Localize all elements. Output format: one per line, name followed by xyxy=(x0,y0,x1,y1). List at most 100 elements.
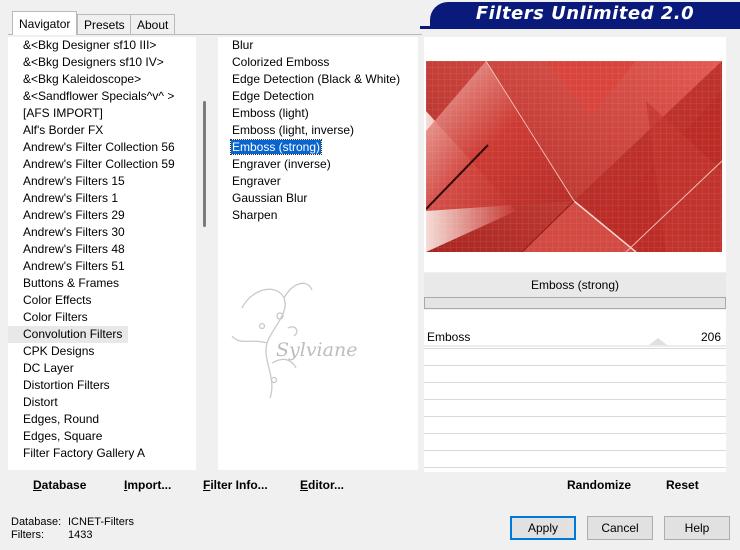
category-item[interactable]: Andrew's Filters 30 xyxy=(8,224,196,241)
category-item[interactable]: &<Sandflower Specials^v^ > xyxy=(8,88,196,105)
category-item[interactable]: &<Bkg Designer sf10 III> xyxy=(8,37,196,54)
category-item[interactable]: Distortion Filters xyxy=(8,377,196,394)
category-item[interactable]: Distort xyxy=(8,394,196,411)
filter-item[interactable]: Gaussian Blur xyxy=(218,190,418,207)
category-item[interactable]: Color Filters xyxy=(8,309,196,326)
status-filters-value: 1433 xyxy=(68,529,93,541)
filter-item-label: Engraver (inverse) xyxy=(232,157,331,171)
status-database-label: Database: xyxy=(11,516,62,528)
randomize-button[interactable]: Randomize xyxy=(567,478,631,492)
category-item[interactable]: Andrew's Filters 1 xyxy=(8,190,196,207)
param-row-divider xyxy=(424,348,726,349)
preview-render xyxy=(426,61,722,252)
apply-button[interactable]: Apply xyxy=(510,516,576,540)
param-row-divider xyxy=(424,433,726,434)
category-scrollbar[interactable] xyxy=(196,37,214,470)
filter-name-display: Emboss (strong) xyxy=(424,273,726,297)
status-filters: Filters: 1433 xyxy=(11,529,92,541)
category-item-label: Distort xyxy=(23,395,58,409)
filter-item[interactable]: Engraver xyxy=(218,173,418,190)
editor-button[interactable]: Editor... xyxy=(300,478,344,492)
filter-item[interactable]: Blur xyxy=(218,37,418,54)
filter-item[interactable]: Engraver (inverse) xyxy=(218,156,418,173)
category-item[interactable]: &<Bkg Kaleidoscope> xyxy=(8,71,196,88)
category-item-label: Buttons & Frames xyxy=(23,276,120,290)
category-item[interactable]: &<Bkg Designers sf10 IV> xyxy=(8,54,196,71)
category-item-label: Andrew's Filters 48 xyxy=(23,242,125,256)
param-row-divider xyxy=(424,382,726,383)
filter-item[interactable]: Edge Detection (Black & White) xyxy=(218,71,418,88)
database-button[interactable]: Database xyxy=(33,478,86,492)
category-item[interactable]: Color Effects xyxy=(8,292,196,309)
tab-presets[interactable]: Presets xyxy=(77,14,132,34)
category-item-label: Andrew's Filter Collection 56 xyxy=(23,140,175,154)
tab-navigator[interactable]: Navigator xyxy=(12,11,78,35)
filter-item-label: Colorized Emboss xyxy=(232,55,330,69)
category-item[interactable]: Buttons & Frames xyxy=(8,275,196,292)
category-scrollbar-thumb[interactable] xyxy=(203,101,206,227)
filter-item[interactable]: Sharpen xyxy=(218,207,418,224)
help-button[interactable]: Help xyxy=(664,516,730,540)
filter-item[interactable]: Emboss (strong) xyxy=(218,139,418,156)
param-slider-thumb[interactable] xyxy=(649,338,667,345)
category-item-label: Andrew's Filter Collection 59 xyxy=(23,157,175,171)
category-item-label: [AFS IMPORT] xyxy=(23,106,103,120)
filter-item-label: Gaussian Blur xyxy=(232,191,308,205)
category-item-label: &<Sandflower Specials^v^ > xyxy=(23,89,175,103)
tab-about[interactable]: About xyxy=(130,14,176,34)
import-button[interactable]: Import... xyxy=(124,478,171,492)
category-item-label: Andrew's Filters 30 xyxy=(23,225,125,239)
filter-item-label: Engraver xyxy=(232,174,281,188)
cancel-button[interactable]: Cancel xyxy=(587,516,653,540)
filter-item[interactable]: Edge Detection xyxy=(218,88,418,105)
category-item-label: Convolution Filters xyxy=(8,326,129,343)
param-row-divider xyxy=(424,399,726,400)
filter-item-label: Emboss (light, inverse) xyxy=(232,123,355,137)
category-item[interactable]: Alf's Border FX xyxy=(8,122,196,139)
category-item-label: DC Layer xyxy=(23,361,74,375)
status-database-value: ICNET-Filters xyxy=(68,516,134,528)
category-item-label: Edges, Round xyxy=(23,412,100,426)
param-value-emboss: 206 xyxy=(700,330,721,344)
category-item[interactable]: Andrew's Filters 15 xyxy=(8,173,196,190)
filter-item-label: Edge Detection (Black & White) xyxy=(232,72,401,86)
category-item[interactable]: Andrew's Filter Collection 56 xyxy=(8,139,196,156)
filter-item-label: Sharpen xyxy=(232,208,278,222)
category-item[interactable]: Convolution Filters xyxy=(8,326,196,343)
param-row-divider xyxy=(424,450,726,451)
category-item-label: &<Bkg Designer sf10 III> xyxy=(23,38,157,52)
category-item-label: Andrew's Filters 29 xyxy=(23,208,125,222)
title-banner-underline xyxy=(420,26,740,29)
filter-name-field xyxy=(424,297,726,309)
filter-item[interactable]: Emboss (light) xyxy=(218,105,418,122)
category-list[interactable]: &<Bkg Designer sf10 III> &<Bkg Designers … xyxy=(8,37,196,470)
category-item-label: Andrew's Filters 1 xyxy=(23,191,118,205)
category-item[interactable]: Filter Factory Gallery A xyxy=(8,445,196,462)
param-slider-emboss[interactable] xyxy=(424,345,726,347)
category-item-label: CPK Designs xyxy=(23,344,95,358)
category-item[interactable]: CPK Designs xyxy=(8,343,196,360)
param-label-emboss: Emboss xyxy=(427,330,471,344)
category-item-label: &<Bkg Kaleidoscope> xyxy=(23,72,142,86)
filter-item[interactable]: Colorized Emboss xyxy=(218,54,418,71)
category-item-label: &<Bkg Designers sf10 IV> xyxy=(23,55,164,69)
param-row-divider xyxy=(424,467,726,468)
category-item[interactable]: Edges, Square xyxy=(8,428,196,445)
category-item[interactable]: Andrew's Filters 48 xyxy=(8,241,196,258)
category-item-label: Filter Factory Gallery A xyxy=(23,446,146,460)
category-item-label: Andrew's Filters 51 xyxy=(23,259,125,273)
category-item[interactable]: Andrew's Filters 51 xyxy=(8,258,196,275)
filter-item-label: Edge Detection xyxy=(232,89,315,103)
category-item[interactable]: Andrew's Filter Collection 59 xyxy=(8,156,196,173)
watermark-graphic: Sylviane xyxy=(231,282,357,399)
category-item[interactable]: DC Layer xyxy=(8,360,196,377)
category-item-label: Andrew's Filters 15 xyxy=(23,174,125,188)
filter-item[interactable]: Emboss (light, inverse) xyxy=(218,122,418,139)
reset-button[interactable]: Reset xyxy=(666,478,699,492)
filter-item-label: Emboss (light) xyxy=(232,106,309,120)
category-item-label: Alf's Border FX xyxy=(23,123,104,137)
category-item[interactable]: Andrew's Filters 29 xyxy=(8,207,196,224)
filter-info-button[interactable]: Filter Info... xyxy=(203,478,268,492)
category-item[interactable]: [AFS IMPORT] xyxy=(8,105,196,122)
category-item[interactable]: Edges, Round xyxy=(8,411,196,428)
